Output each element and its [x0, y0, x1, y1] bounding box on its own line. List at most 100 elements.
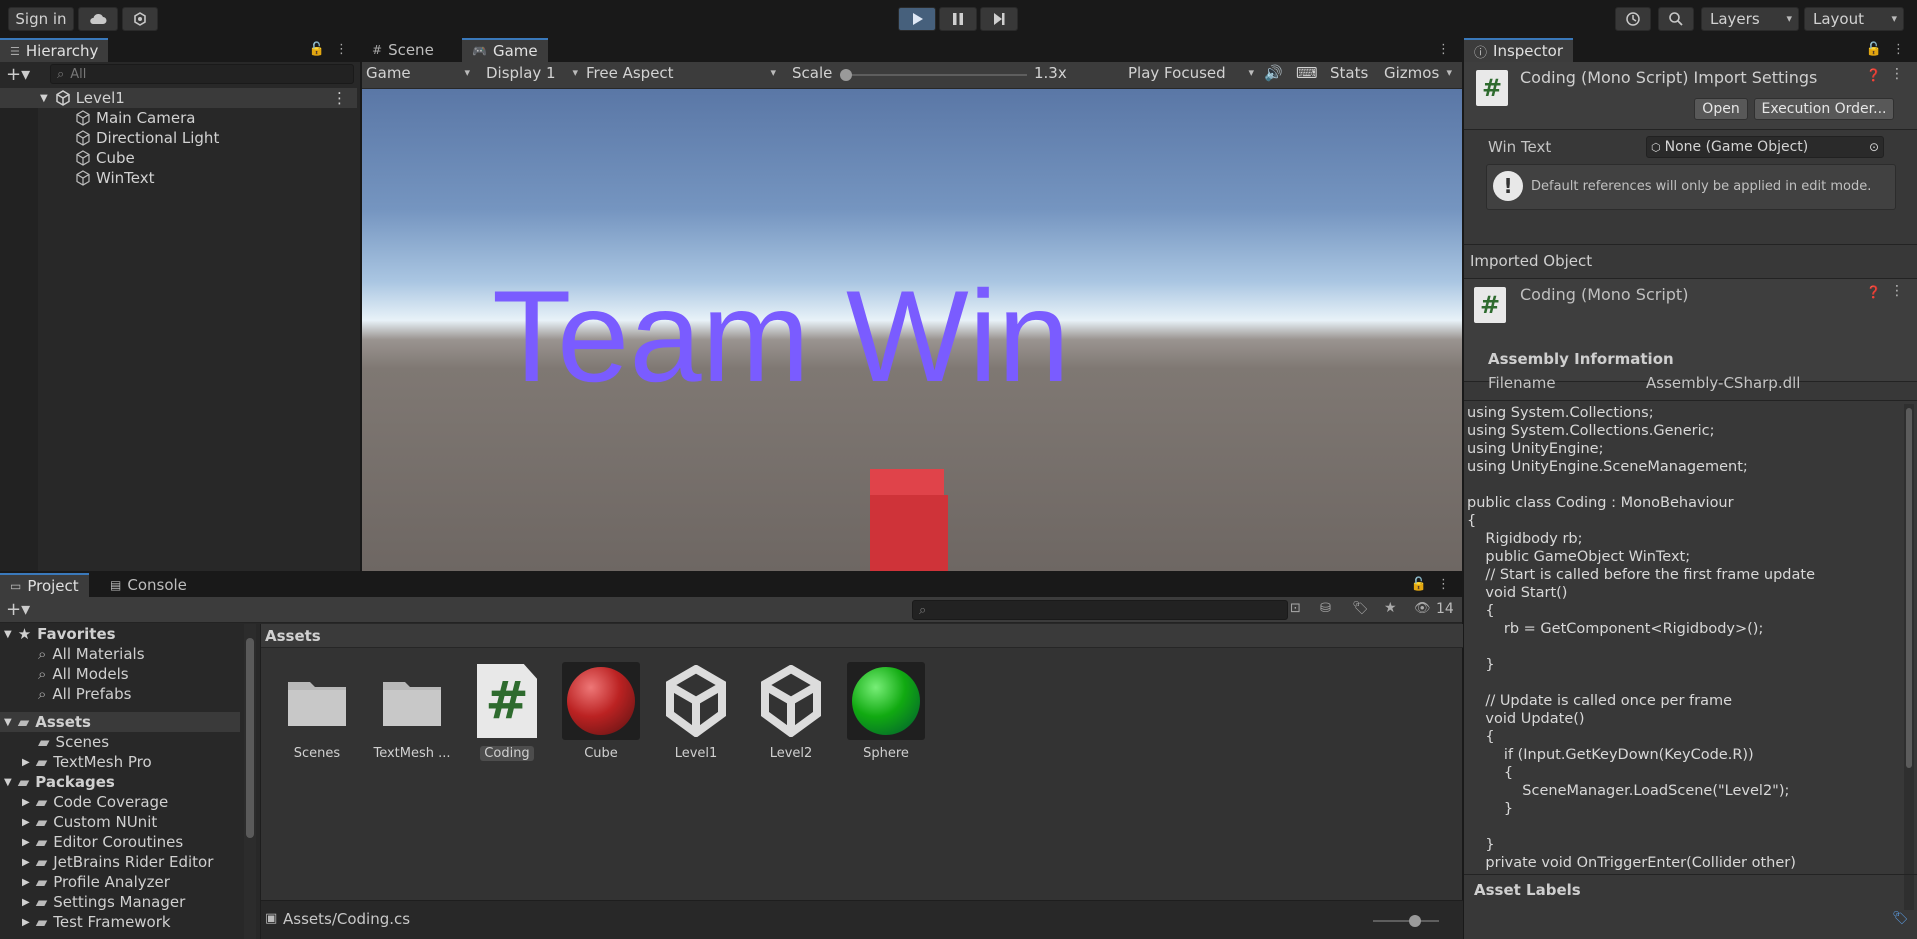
open-button[interactable]: Open	[1694, 98, 1748, 120]
aspect-dropdown[interactable]: Free Aspect	[586, 62, 782, 84]
execution-order-button[interactable]: Execution Order...	[1754, 98, 1894, 120]
folder-scenes[interactable]: ▰ Scenes	[0, 732, 240, 752]
game-mode-dropdown[interactable]: Game	[366, 62, 476, 84]
hidden-packages-count: 14	[1436, 601, 1454, 617]
tab-hierarchy[interactable]: ☰ Hierarchy	[0, 38, 109, 62]
project-search-input[interactable]: ⌕	[912, 600, 1288, 620]
object-picker-icon[interactable]: ⊙	[1869, 140, 1879, 154]
kebab-menu-icon[interactable]: ⋮	[1890, 283, 1904, 299]
tab-game[interactable]: 🎮 Game	[462, 38, 548, 62]
favorite-all-prefabs[interactable]: ⌕ All Prefabs	[0, 684, 240, 704]
asset-cube[interactable]: Cube	[556, 662, 646, 761]
tab-inspector[interactable]: ⓘ Inspector	[1464, 38, 1573, 62]
scale-slider-handle[interactable]	[840, 69, 852, 81]
create-button[interactable]: +▾	[6, 599, 30, 620]
assets-header[interactable]: ▼ ▰ Assets	[0, 712, 240, 732]
step-button[interactable]	[980, 7, 1018, 31]
package-code-coverage[interactable]: ▶ ▰ Code Coverage	[0, 792, 240, 812]
package-test-framework[interactable]: ▶ ▰ Test Framework	[0, 912, 240, 932]
gameobject-cube-icon	[76, 110, 90, 126]
hierarchy-item-main-camera[interactable]: Main Camera	[0, 108, 357, 128]
tree-scrollbar[interactable]	[244, 624, 256, 939]
create-button[interactable]: +▾	[6, 64, 36, 86]
stats-button[interactable]: Stats	[1330, 62, 1368, 84]
inspector-scrollbar[interactable]	[1904, 404, 1914, 910]
lock-icon[interactable]: 🔓	[1866, 42, 1882, 57]
gizmos-dropdown[interactable]: Gizmos	[1378, 62, 1458, 84]
label-tag-icon[interactable]: 🏷	[1352, 601, 1369, 616]
asset-sphere[interactable]: Sphere	[841, 662, 931, 761]
hidden-packages-icon[interactable]: 👁	[1414, 601, 1431, 616]
folder-icon: ▰	[17, 773, 30, 791]
layout-dropdown[interactable]: Layout	[1804, 7, 1904, 31]
kebab-menu-icon[interactable]: ⋮	[1892, 42, 1905, 57]
help-icon[interactable]: ❓	[1866, 68, 1881, 82]
lock-icon[interactable]: 🔓	[309, 42, 325, 57]
layers-dropdown[interactable]: Layers	[1701, 7, 1799, 31]
hierarchy-item-directional-light[interactable]: Directional Light	[0, 128, 357, 148]
expand-arrow-icon[interactable]: ▼	[4, 777, 12, 788]
expand-arrow-icon[interactable]: ▼	[4, 629, 12, 640]
kebab-menu-icon[interactable]: ⋮	[332, 89, 347, 107]
pause-button[interactable]	[939, 7, 977, 31]
folder-textmesh-pro[interactable]: ▶ ▰ TextMesh Pro	[0, 752, 240, 772]
folder-icon: ▭	[10, 579, 22, 593]
unity-scene-icon	[761, 665, 821, 737]
search-icon: ⌕	[38, 645, 47, 663]
keyboard-icon[interactable]: ⌨	[1296, 62, 1318, 84]
asset-scenes[interactable]: Scenes	[272, 662, 362, 761]
package-settings-manager[interactable]: ▶ ▰ Settings Manager	[0, 892, 240, 912]
package-profile-analyzer[interactable]: ▶ ▰ Profile Analyzer	[0, 872, 240, 892]
favorite-star-icon[interactable]: ★	[1384, 600, 1397, 616]
expand-arrow-icon[interactable]: ▶	[22, 757, 30, 768]
package-custom-nunit[interactable]: ▶ ▰ Custom NUnit	[0, 812, 240, 832]
scale-slider[interactable]	[840, 69, 1027, 81]
asset-textmesh-pro[interactable]: TextMesh ...	[367, 662, 457, 761]
tab-scene[interactable]: # Scene	[362, 38, 444, 62]
play-button[interactable]	[898, 7, 936, 31]
lock-icon[interactable]: 🔓	[1411, 577, 1427, 592]
search-button[interactable]	[1658, 7, 1694, 31]
kebab-menu-icon[interactable]: ⋮	[1437, 577, 1450, 592]
services-button[interactable]	[122, 7, 158, 31]
display-dropdown[interactable]: Display 1	[486, 62, 584, 84]
expand-arrow-icon[interactable]: ▼	[40, 93, 48, 104]
scene-row[interactable]: ▼ Level1 ⋮	[0, 88, 357, 108]
csharp-script-icon: #	[1476, 70, 1508, 106]
sign-in-button[interactable]: Sign in	[8, 7, 74, 31]
icon-size-slider[interactable]	[1373, 915, 1439, 927]
kebab-menu-icon[interactable]: ⋮	[1890, 66, 1904, 82]
packages-header[interactable]: ▼ ▰ Packages	[0, 772, 240, 792]
favorite-all-materials[interactable]: ⌕ All Materials	[0, 644, 240, 664]
search-by-type-icon[interactable]: ⊡	[1290, 601, 1301, 616]
asset-coding[interactable]: # Coding	[462, 662, 552, 761]
asset-level2[interactable]: Level2	[746, 662, 836, 761]
tab-console[interactable]: ▤ Console	[100, 573, 197, 597]
tab-project[interactable]: ▭ Project	[0, 573, 89, 597]
kebab-menu-icon[interactable]: ⋮	[335, 42, 348, 57]
favorites-header[interactable]: ▼ ★ Favorites	[0, 624, 240, 644]
label-tag-icon[interactable]: 🏷	[1892, 911, 1909, 926]
package-editor-coroutines[interactable]: ▶ ▰ Editor Coroutines	[0, 832, 240, 852]
kebab-menu-icon[interactable]: ⋮	[1437, 42, 1450, 57]
play-mode-dropdown[interactable]: Play Focused	[1122, 62, 1260, 84]
breadcrumb[interactable]: Assets	[261, 624, 1463, 648]
search-icon: ⌕	[919, 602, 927, 618]
expand-arrow-icon[interactable]: ▼	[4, 717, 12, 728]
game-viewport[interactable]: Team Win	[362, 89, 1462, 571]
favorite-all-models[interactable]: ⌕ All Models	[0, 664, 240, 684]
mute-audio-icon[interactable]: 🔊	[1264, 62, 1283, 84]
hierarchy-item-wintext[interactable]: WinText	[0, 168, 357, 188]
history-button[interactable]	[1615, 7, 1651, 31]
asset-level1[interactable]: Level1	[651, 662, 741, 761]
gear-icon	[134, 12, 146, 26]
win-text-object-field[interactable]: ⬡ None (Game Object) ⊙	[1646, 136, 1884, 158]
help-icon[interactable]: ❓	[1866, 285, 1881, 299]
folder-icon: ▰	[35, 753, 48, 771]
cloud-button[interactable]	[78, 7, 118, 31]
filter-type-icon[interactable]: ⛁	[1320, 601, 1331, 616]
hierarchy-search-input[interactable]: ⌕ All	[50, 64, 354, 84]
package-jetbrains-rider[interactable]: ▶ ▰ JetBrains Rider Editor	[0, 852, 240, 872]
unity-scene-icon	[666, 665, 726, 737]
hierarchy-item-cube[interactable]: Cube	[0, 148, 357, 168]
